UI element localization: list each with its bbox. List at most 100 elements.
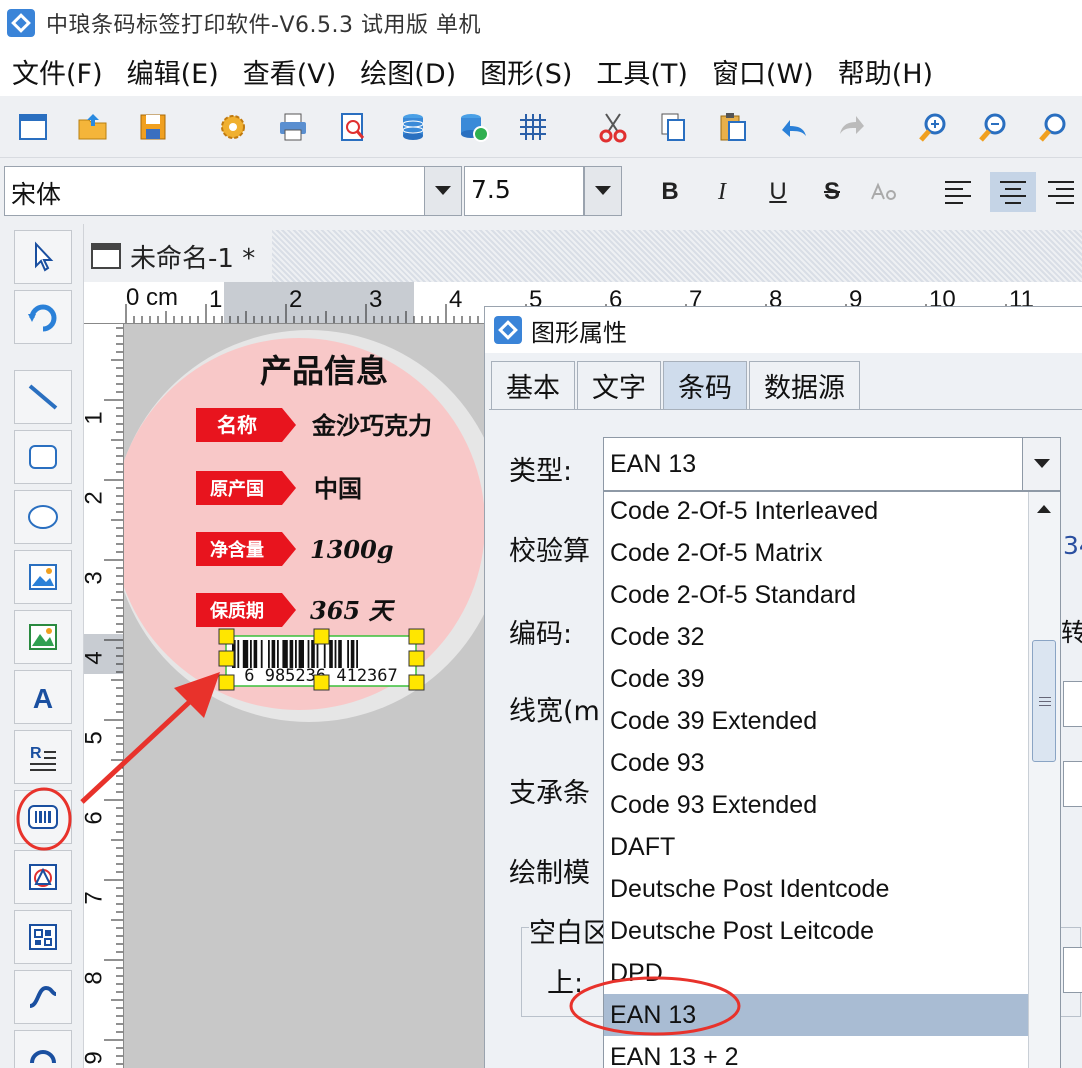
rectangle-tool-button[interactable] [14, 430, 72, 484]
menu-view[interactable]: 查看(V) [231, 52, 349, 91]
print-preview-button[interactable] [332, 106, 374, 148]
qr-tool-button[interactable] [14, 910, 72, 964]
rectangle-icon [29, 445, 57, 469]
ruler-number: 2 [84, 491, 109, 504]
label-row-origin[interactable]: 原产国 中国 [196, 471, 362, 505]
print-button[interactable] [272, 106, 314, 148]
menu-window[interactable]: 窗口(W) [700, 52, 826, 91]
settings-button[interactable] [212, 106, 254, 148]
image-icon [29, 564, 57, 590]
menu-edit[interactable]: 编辑(E) [115, 52, 231, 91]
tab-data-source[interactable]: 数据源 [749, 361, 860, 409]
option-code-2of5-matrix[interactable]: Code 2-Of-5 Matrix [608, 532, 1028, 574]
tab-basic[interactable]: 基本 [491, 361, 575, 409]
scroll-thumb[interactable] [1032, 640, 1056, 762]
tab-text[interactable]: 文字 [577, 361, 661, 409]
barcode-bar [338, 640, 342, 668]
align-left-button[interactable] [938, 172, 978, 212]
arc-tool-button[interactable] [14, 1030, 72, 1068]
barcode-bar [295, 640, 297, 668]
line-width-input-peek[interactable] [1063, 681, 1082, 727]
strikethrough-button[interactable]: S [812, 172, 852, 212]
option-code-2of5-interleaved[interactable]: Code 2-Of-5 Interleaved [608, 492, 1028, 532]
tab-barcode[interactable]: 条码 [663, 361, 747, 409]
scroll-up-button[interactable] [1031, 496, 1057, 522]
text-tool-button[interactable]: A [14, 670, 72, 724]
picture-tool-button[interactable] [14, 610, 72, 664]
dialog-tabs: 基本 文字 条码 数据源 [491, 361, 862, 411]
open-button[interactable] [72, 106, 114, 148]
label-row-name[interactable]: 名称 金沙巧克力 [196, 408, 432, 442]
cut-button[interactable] [592, 106, 634, 148]
font-size-select[interactable]: 7.5 [464, 166, 584, 216]
curve-tool-button[interactable] [14, 970, 72, 1024]
title-bar: 中琅条码标签打印软件-V6.5.3 试用版 单机 [0, 0, 1082, 46]
zoom-out-button[interactable] [972, 106, 1014, 148]
font-size-dropdown-button[interactable] [584, 166, 622, 216]
chevron-down-icon [595, 186, 611, 195]
save-button[interactable] [132, 106, 174, 148]
option-deutsche-post-identcode[interactable]: Deutsche Post Identcode [608, 868, 1028, 910]
barcode-type-dropdown-button[interactable] [1022, 438, 1060, 490]
underline-button[interactable]: U [758, 172, 798, 212]
tag-origin-label: 原产国 [210, 478, 264, 500]
barcode-object[interactable]: 6 985236 412367 [218, 628, 425, 691]
select-tool-button[interactable] [14, 230, 72, 284]
ruler-number: 3 [84, 571, 109, 584]
rotate-icon [28, 304, 57, 332]
barcode-bar [271, 640, 276, 668]
tag-name-label: 名称 [217, 413, 257, 437]
tag-weight-label: 净含量 [210, 539, 264, 561]
redo-icon [840, 116, 864, 134]
rich-text-tool-button[interactable]: R [14, 730, 72, 784]
main-toolbar [0, 96, 1082, 158]
barcode-bar [307, 640, 310, 668]
undo-button[interactable] [772, 106, 814, 148]
copy-button[interactable] [652, 106, 694, 148]
font-name-select[interactable]: 宋体 [4, 166, 426, 216]
text-effect-button[interactable] [864, 172, 904, 212]
document-tab-strip: 未命名-1 * [84, 230, 1082, 282]
option-code-32[interactable]: Code 32 [608, 616, 1028, 658]
quiet-top-input-peek[interactable] [1063, 947, 1082, 993]
new-button[interactable] [12, 106, 54, 148]
option-daft[interactable]: DAFT [608, 826, 1028, 868]
option-code-39[interactable]: Code 39 [608, 658, 1028, 700]
zoom-in-button[interactable] [912, 106, 954, 148]
menu-draw[interactable]: 绘图(D) [348, 52, 468, 91]
option-code-93-extended[interactable]: Code 93 Extended [608, 784, 1028, 826]
option-code-39-extended[interactable]: Code 39 Extended [608, 700, 1028, 742]
barcode-type-select[interactable]: EAN 13 [603, 437, 1061, 491]
rotate-tool-button[interactable] [14, 290, 72, 344]
menu-file[interactable]: 文件(F) [0, 52, 115, 91]
font-name-value: 宋体 [11, 180, 62, 209]
option-code-93[interactable]: Code 93 [608, 742, 1028, 784]
font-name-dropdown-button[interactable] [424, 166, 462, 216]
dialog-title: 图形属性 [531, 318, 627, 347]
bold-button[interactable]: B [650, 172, 690, 212]
option-deutsche-post-leitcode[interactable]: Deutsche Post Leitcode [608, 910, 1028, 952]
database-settings-button[interactable] [452, 106, 494, 148]
line-tool-button[interactable] [14, 370, 72, 424]
annotation-circle [16, 787, 72, 851]
menu-help[interactable]: 帮助(H) [826, 52, 945, 91]
menu-shape[interactable]: 图形(S) [468, 52, 584, 91]
redo-button[interactable] [832, 106, 874, 148]
qrcode-tool-button[interactable] [14, 850, 72, 904]
zoom-fit-button[interactable] [1032, 106, 1074, 148]
label-title[interactable]: 产品信息 [260, 352, 388, 390]
dropdown-scrollbar[interactable] [1028, 492, 1060, 1068]
grid-button[interactable] [512, 106, 554, 148]
document-tab[interactable]: 未命名-1 * [84, 230, 272, 282]
bearer-input-peek[interactable] [1063, 761, 1082, 807]
barcode-bars [232, 640, 358, 668]
database-button[interactable] [392, 106, 434, 148]
paste-button[interactable] [712, 106, 754, 148]
italic-button[interactable]: I [702, 172, 742, 212]
align-right-button[interactable] [1046, 172, 1082, 212]
align-center-button[interactable] [990, 172, 1036, 212]
image-tool-button[interactable] [14, 550, 72, 604]
option-code-2of5-standard[interactable]: Code 2-Of-5 Standard [608, 574, 1028, 616]
menu-tools[interactable]: 工具(T) [584, 52, 700, 91]
ellipse-tool-button[interactable] [14, 490, 72, 544]
